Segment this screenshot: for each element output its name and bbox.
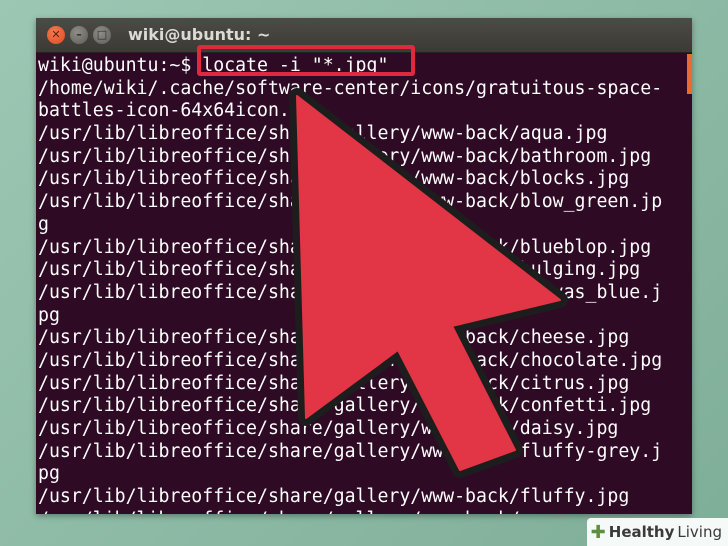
command-highlight-box bbox=[197, 45, 415, 76]
close-button[interactable]: ✕ bbox=[47, 26, 65, 44]
terminal-output[interactable]: wiki@ubuntu:~$ locate -i "*.jpg" /home/w… bbox=[38, 55, 690, 514]
output-line: /usr/lib/libreoffice/share/gallery/www-b… bbox=[38, 145, 652, 167]
output-line: /usr/lib/libreoffice/share/gallery/www-b… bbox=[38, 440, 663, 462]
output-line: battles-icon-64x64icon. bbox=[38, 100, 290, 122]
watermark-brand: Healthy bbox=[608, 523, 675, 541]
maximize-button[interactable]: □ bbox=[93, 26, 111, 44]
output-line: g bbox=[38, 213, 49, 235]
output-line: /usr/lib/libreoffice/share/gallery/www-b… bbox=[38, 509, 690, 514]
output-line: pg bbox=[38, 304, 60, 326]
output-line: /usr/lib/libreoffice/share/gallery/www-b… bbox=[38, 418, 619, 439]
close-icon: ✕ bbox=[51, 28, 61, 41]
output-line: /usr/lib/libreoffice/share/gallery/www-b… bbox=[38, 281, 663, 303]
healthy-living-watermark: ✚ Healthy Living bbox=[586, 518, 728, 546]
output-line: /usr/lib/libreoffice/share/gallery/www-b… bbox=[38, 259, 641, 281]
output-line: /usr/lib/libreoffice/share/gallery/www-b… bbox=[38, 486, 630, 508]
shell-prompt: wiki@ubuntu:~$ bbox=[38, 55, 203, 76]
output-line: /usr/lib/libreoffice/share/gallery/www-b… bbox=[38, 349, 663, 371]
output-line: /home/wiki/.cache/software-center/icons/… bbox=[38, 77, 663, 99]
output-line: /usr/lib/libreoffice/share/gallery/www-b… bbox=[38, 123, 608, 145]
output-line: /usr/lib/libreoffice/share/gallery/www-b… bbox=[38, 395, 652, 417]
window-title: wiki@ubuntu: ~ bbox=[128, 25, 271, 44]
terminal-window[interactable]: ✕ – □ wiki@ubuntu: ~ wiki@ubuntu:~$ loca… bbox=[36, 18, 692, 514]
minimize-icon: – bbox=[76, 28, 82, 41]
output-line: /usr/lib/libreoffice/share/gallery/www-b… bbox=[38, 372, 630, 394]
output-line: /usr/lib/libreoffice/share/gallery/www-b… bbox=[38, 327, 630, 349]
output-line: /usr/lib/libreoffice/share/gallery/www-b… bbox=[38, 168, 630, 190]
output-line: /usr/lib/libreoffice/share/gallery/www-b… bbox=[38, 191, 663, 213]
output-line: /usr/lib/libreoffice/share/gallery/www-b… bbox=[38, 236, 652, 258]
maximize-icon: □ bbox=[96, 28, 108, 41]
output-line: pg bbox=[38, 463, 60, 485]
minimize-button[interactable]: – bbox=[70, 26, 88, 44]
watermark-suffix: Living bbox=[677, 523, 722, 541]
plus-icon: ✚ bbox=[590, 521, 606, 543]
